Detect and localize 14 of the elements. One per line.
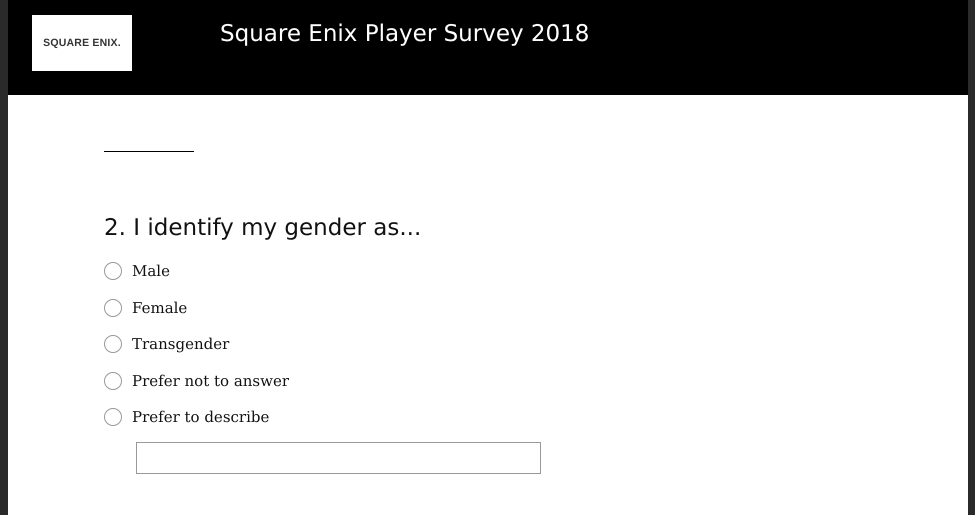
- option-label: Male: [132, 262, 170, 280]
- radio-button[interactable]: [104, 408, 122, 426]
- radio-button[interactable]: [104, 335, 122, 354]
- survey-title: Square Enix Player Survey 2018: [220, 21, 590, 47]
- radio-button[interactable]: [104, 372, 122, 390]
- question-title: 2. I identify my gender as...: [104, 215, 422, 241]
- describe-field[interactable]: [136, 442, 541, 474]
- radio-button[interactable]: [104, 298, 122, 317]
- option-label: Prefer to describe: [132, 408, 270, 426]
- option-label: Female: [132, 298, 188, 317]
- logo-text: SQUARE ENIX.: [43, 37, 121, 49]
- option-label: Prefer not to answer: [132, 372, 290, 390]
- option-label: Transgender: [132, 335, 230, 354]
- radio-button[interactable]: [104, 262, 122, 280]
